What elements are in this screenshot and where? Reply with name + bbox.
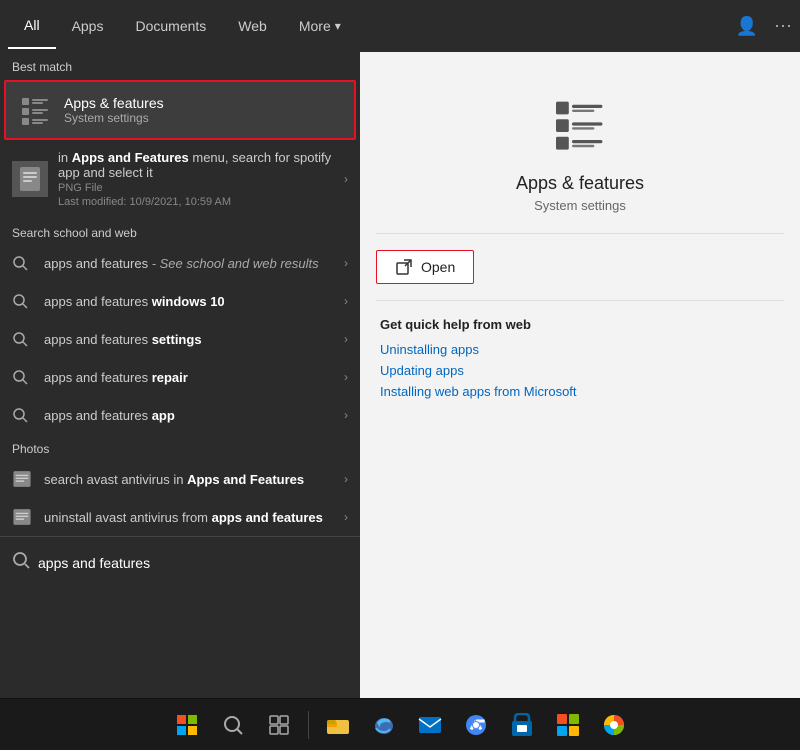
chrome-icon	[464, 713, 488, 737]
web-result-text-1: apps and features windows 10	[44, 294, 344, 309]
tab-web[interactable]: Web	[222, 4, 283, 48]
tab-apps[interactable]: Apps	[56, 4, 120, 48]
web-result-text-4: apps and features app	[44, 408, 344, 423]
web-result-chevron-2: ›	[344, 332, 348, 346]
taskbar-mail-icon[interactable]	[409, 704, 451, 746]
best-match-text: Apps & features System settings	[64, 95, 164, 125]
file-title-bold: Apps and Features	[72, 150, 189, 165]
web-result-chevron-0: ›	[344, 256, 348, 270]
search-icon-0	[12, 253, 32, 273]
photo-result-text-1: uninstall avast antivirus from apps and …	[44, 510, 344, 525]
best-match-subtitle: System settings	[64, 111, 164, 125]
search-box-icon	[12, 551, 30, 574]
photo-result-0[interactable]: search avast antivirus in Apps and Featu…	[0, 460, 360, 498]
file-result-item[interactable]: in Apps and Features menu, search for sp…	[0, 142, 360, 216]
taskbar-edge-icon[interactable]	[363, 704, 405, 746]
photos-section-label: Photos	[0, 434, 360, 460]
edge-icon	[372, 713, 396, 737]
file-type: PNG File	[58, 182, 344, 194]
web-result-1[interactable]: apps and features windows 10 ›	[0, 282, 360, 320]
search-icon-3	[12, 367, 32, 387]
best-match-title: Apps & features	[64, 95, 164, 111]
tab-documents[interactable]: Documents	[119, 4, 222, 48]
right-header: Apps & features System settings	[360, 52, 800, 233]
search-icon-2	[12, 329, 32, 349]
color-wheel-icon	[602, 713, 626, 737]
photo-result-1[interactable]: uninstall avast antivirus from apps and …	[0, 498, 360, 536]
file-chevron-icon: ›	[344, 172, 348, 186]
quick-help-section: Get quick help from web Uninstalling app…	[360, 301, 800, 421]
taskbar-explorer-icon[interactable]	[317, 704, 359, 746]
open-button[interactable]: Open	[376, 250, 474, 284]
tabs-bar: All Apps Documents Web More 👤 ⋯	[0, 0, 800, 52]
windows-icon	[176, 714, 198, 736]
xbox-icon	[556, 713, 580, 737]
photo-result-text-0: search avast antivirus in Apps and Featu…	[44, 472, 344, 487]
right-panel-title: Apps & features	[516, 173, 644, 194]
more-options-icon[interactable]: ⋯	[774, 16, 792, 37]
web-result-3[interactable]: apps and features repair ›	[0, 358, 360, 396]
web-result-text-0: apps and features - See school and web r…	[44, 256, 344, 271]
search-box-area	[0, 536, 360, 588]
best-match-item[interactable]: Apps & features System settings	[4, 80, 356, 140]
taskbar-task-view-icon[interactable]	[258, 704, 300, 746]
photo-result-chevron-0: ›	[344, 472, 348, 486]
content-area: Best match	[0, 52, 800, 698]
file-title: in Apps and Features menu, search for sp…	[58, 150, 344, 180]
photo-result-chevron-1: ›	[344, 510, 348, 524]
quick-help-title: Get quick help from web	[380, 317, 780, 332]
taskbar-color-wheel-icon[interactable]	[593, 704, 635, 746]
tab-all[interactable]: All	[8, 3, 56, 49]
quick-help-link-0[interactable]: Uninstalling apps	[380, 342, 780, 357]
mail-icon	[418, 715, 442, 735]
tabs-right-icons: 👤 ⋯	[736, 16, 792, 37]
taskbar-separator-1	[308, 711, 309, 739]
file-modified: Last modified: 10/9/2021, 10:59 AM	[58, 196, 344, 208]
right-icon-area	[548, 92, 612, 161]
file-icon	[12, 161, 48, 197]
school-web-label: Search school and web	[0, 216, 360, 244]
taskbar-chrome-icon[interactable]	[455, 704, 497, 746]
tab-more[interactable]: More	[283, 4, 357, 48]
taskbar	[0, 698, 800, 750]
apps-features-icon	[18, 92, 54, 128]
web-result-chevron-1: ›	[344, 294, 348, 308]
file-result-text: in Apps and Features menu, search for sp…	[58, 150, 344, 208]
microsoft-store-icon	[511, 713, 533, 737]
right-panel-subtitle: System settings	[534, 198, 626, 213]
web-result-2[interactable]: apps and features settings ›	[0, 320, 360, 358]
left-panel: Best match	[0, 52, 360, 698]
search-input[interactable]	[38, 555, 348, 571]
task-view-icon	[268, 714, 290, 736]
web-result-text-2: apps and features settings	[44, 332, 344, 347]
taskbar-start-icon[interactable]	[166, 704, 208, 746]
right-panel: Apps & features System settings Open Get…	[360, 52, 800, 698]
open-icon	[395, 258, 413, 276]
web-result-chevron-4: ›	[344, 408, 348, 422]
search-icon-4	[12, 405, 32, 425]
open-button-label: Open	[421, 259, 455, 275]
taskbar-search-icon[interactable]	[212, 704, 254, 746]
web-result-text-3: apps and features repair	[44, 370, 344, 385]
search-icon-1	[12, 291, 32, 311]
web-result-chevron-3: ›	[344, 370, 348, 384]
photo-file-icon-0	[12, 469, 32, 489]
search-taskbar-icon	[222, 714, 244, 736]
web-result-4[interactable]: apps and features app ›	[0, 396, 360, 434]
open-button-area: Open	[360, 234, 800, 300]
start-menu: All Apps Documents Web More 👤 ⋯ Best mat…	[0, 0, 800, 698]
taskbar-multicolor-icon[interactable]	[547, 704, 589, 746]
person-icon[interactable]: 👤	[736, 16, 758, 37]
file-explorer-icon	[325, 714, 351, 736]
web-result-0[interactable]: apps and features - See school and web r…	[0, 244, 360, 282]
quick-help-link-1[interactable]: Updating apps	[380, 363, 780, 378]
best-match-label: Best match	[0, 52, 360, 78]
taskbar-store-icon[interactable]	[501, 704, 543, 746]
quick-help-link-2[interactable]: Installing web apps from Microsoft	[380, 384, 780, 399]
photo-file-icon-1	[12, 507, 32, 527]
